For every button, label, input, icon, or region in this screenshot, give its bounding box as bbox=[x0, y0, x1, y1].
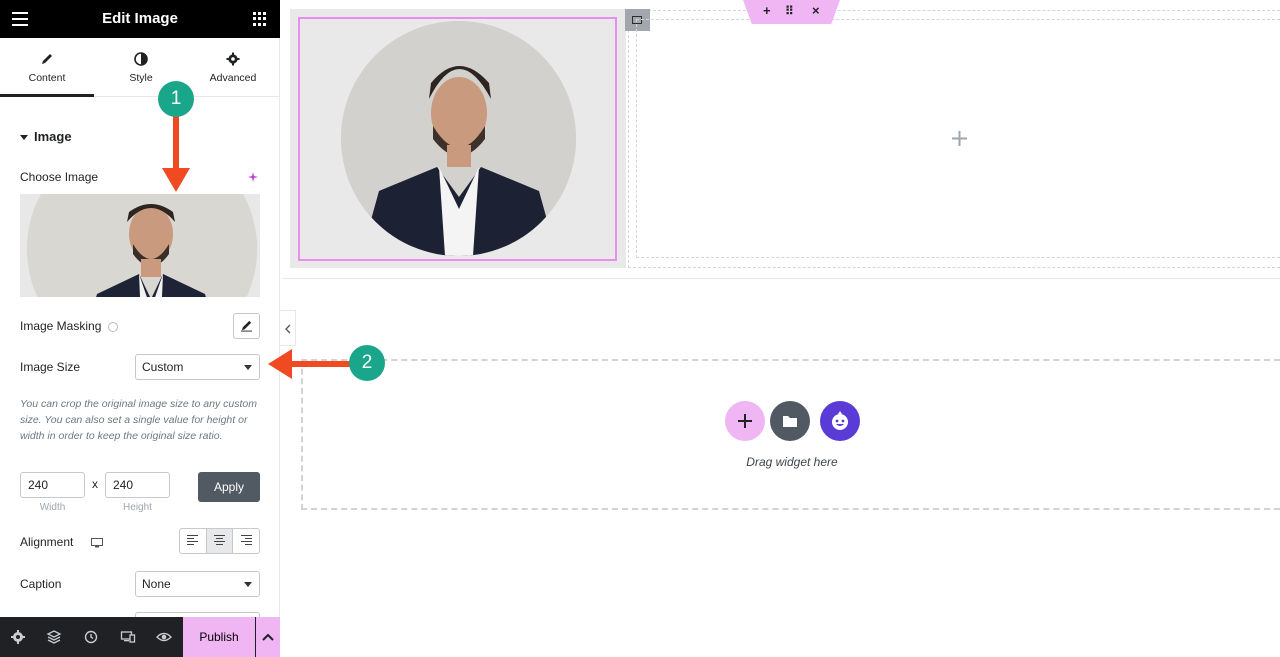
height-input[interactable]: 240 bbox=[105, 472, 170, 498]
times-symbol: x bbox=[92, 477, 98, 491]
pro-badge-icon bbox=[107, 321, 118, 332]
section-toolbar: + ⠿ × bbox=[743, 0, 840, 24]
pencil-icon bbox=[42, 54, 52, 64]
panel-tabs: Content Style Advanced bbox=[0, 38, 280, 97]
tab-style-label: Style bbox=[129, 72, 153, 84]
add-section-button[interactable]: + bbox=[763, 3, 771, 18]
choose-image-label: Choose Image bbox=[20, 170, 99, 184]
panel-title: Edit Image bbox=[102, 10, 178, 27]
chevron-up-icon bbox=[262, 633, 274, 641]
plus-icon bbox=[738, 414, 752, 428]
portrait-thumbnail bbox=[27, 194, 257, 297]
preview-eye-icon[interactable] bbox=[156, 629, 172, 645]
add-template-button[interactable] bbox=[770, 401, 810, 441]
publish-options-button[interactable] bbox=[256, 617, 280, 657]
alignment-text: Alignment bbox=[20, 535, 74, 549]
image-masking-label: Image Masking bbox=[20, 319, 118, 333]
align-left-icon bbox=[187, 535, 199, 547]
tab-advanced-label: Advanced bbox=[209, 72, 257, 84]
add-widget-plus-icon[interactable] bbox=[951, 130, 968, 147]
caption-select[interactable]: None bbox=[135, 571, 260, 597]
layers-icon[interactable] bbox=[46, 629, 62, 645]
step-badge-1: 1 bbox=[158, 81, 194, 117]
ai-face-icon bbox=[832, 411, 848, 430]
step-badge-2: 2 bbox=[349, 345, 385, 381]
width-input[interactable]: 240 bbox=[20, 472, 85, 498]
alignment-control bbox=[179, 528, 260, 554]
delete-section-button[interactable]: × bbox=[812, 3, 820, 18]
caret-down-icon bbox=[20, 135, 28, 141]
chevron-down-icon bbox=[244, 582, 252, 587]
widgets-grid-icon[interactable] bbox=[253, 12, 267, 26]
bottom-toolbar: Publish bbox=[0, 617, 280, 657]
align-center-icon bbox=[214, 535, 225, 547]
ai-sparkle-icon[interactable] bbox=[248, 171, 260, 183]
align-right-icon bbox=[240, 535, 252, 547]
align-center-button[interactable] bbox=[206, 529, 234, 553]
image-masking-edit-button[interactable] bbox=[233, 313, 260, 339]
tab-content-label: Content bbox=[28, 72, 66, 84]
folder-icon bbox=[783, 416, 797, 427]
half-circle-icon bbox=[134, 52, 148, 66]
editor-panel: Edit Image Content Style Advanced Image … bbox=[0, 0, 280, 657]
chevron-left-icon bbox=[285, 324, 291, 334]
image-preview[interactable] bbox=[20, 194, 260, 297]
alignment-label: Alignment bbox=[20, 535, 103, 549]
publish-button[interactable]: Publish bbox=[183, 617, 255, 657]
panel-header: Edit Image bbox=[0, 0, 280, 38]
section-title: Image bbox=[34, 129, 72, 144]
image-size-help-text: You can crop the original image size to … bbox=[20, 398, 257, 442]
arrow-down-annotation bbox=[162, 110, 190, 192]
responsive-icon[interactable] bbox=[120, 629, 136, 645]
section-divider bbox=[282, 278, 1280, 279]
ai-assistant-button[interactable] bbox=[820, 401, 860, 441]
caption-value: None bbox=[142, 577, 171, 591]
pencil-icon bbox=[240, 320, 253, 332]
drag-section-handle[interactable]: ⠿ bbox=[785, 4, 794, 18]
history-icon[interactable] bbox=[83, 629, 99, 645]
portrait-image[interactable] bbox=[341, 21, 576, 256]
width-label: Width bbox=[39, 502, 66, 513]
settings-icon[interactable] bbox=[10, 629, 26, 645]
panel-collapse-handle[interactable] bbox=[280, 310, 296, 346]
tab-content[interactable]: Content bbox=[0, 38, 94, 97]
chevron-down-icon bbox=[244, 365, 252, 370]
image-size-value: Custom bbox=[142, 360, 184, 374]
image-masking-text: Image Masking bbox=[20, 319, 102, 333]
add-section-plus-button[interactable] bbox=[725, 401, 765, 441]
align-left-button[interactable] bbox=[180, 529, 207, 553]
tab-advanced[interactable]: Advanced bbox=[186, 38, 280, 96]
arrow-left-annotation bbox=[268, 349, 356, 379]
desktop-icon[interactable] bbox=[90, 537, 103, 548]
section-image-toggle[interactable]: Image bbox=[20, 129, 72, 144]
caption-label: Caption bbox=[20, 577, 62, 591]
apply-button[interactable]: Apply bbox=[198, 472, 260, 502]
height-label: Height bbox=[123, 502, 152, 513]
image-size-label: Image Size bbox=[20, 360, 81, 374]
image-size-select[interactable]: Custom bbox=[135, 354, 260, 380]
gear-icon bbox=[226, 52, 240, 66]
align-right-button[interactable] bbox=[233, 529, 259, 553]
drag-widget-hint: Drag widget here bbox=[746, 455, 838, 469]
